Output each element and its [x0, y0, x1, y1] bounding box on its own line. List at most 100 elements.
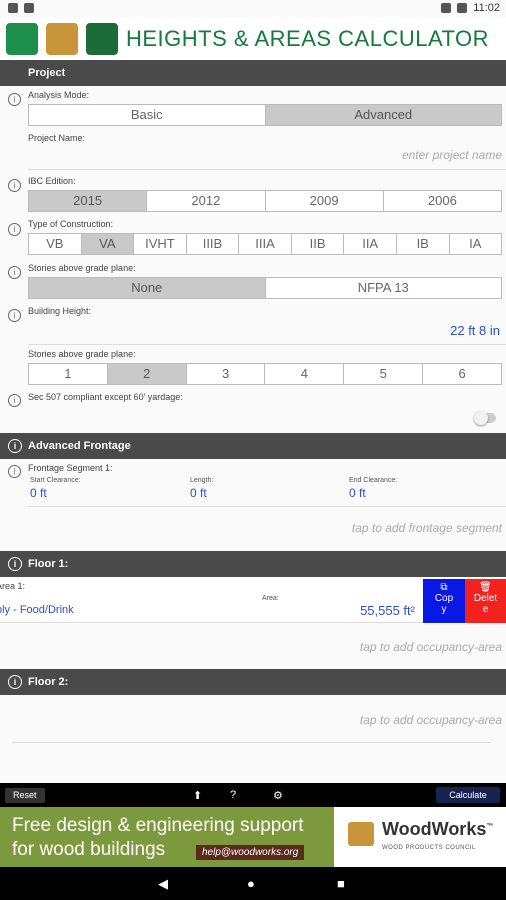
wifi-icon	[441, 3, 452, 13]
ibc-2012[interactable]: 2012	[147, 191, 266, 211]
reset-button[interactable]: Reset	[5, 788, 45, 803]
section-title: Floor 2:	[28, 676, 69, 688]
sprinkler-nfpa13[interactable]: NFPA 13	[266, 278, 502, 298]
sprinkler-none[interactable]: None	[29, 278, 266, 298]
ad-banner[interactable]: Free design & engineering support for wo…	[0, 807, 506, 867]
notification-icon	[24, 3, 34, 13]
notification-icon	[8, 3, 18, 13]
stories-5[interactable]: 5	[344, 364, 424, 384]
info-icon[interactable]: i	[8, 309, 21, 322]
project-name-input[interactable]: enter project name	[402, 148, 502, 162]
ibc-2006[interactable]: 2006	[384, 191, 501, 211]
stories-1[interactable]: 1	[29, 364, 108, 384]
occupancy-area-row[interactable]: Area 1: bly - Food/Drink Area: 55,555 ft…	[0, 579, 423, 623]
construction-ivht[interactable]: IVHT	[134, 234, 187, 254]
section-title: Advanced Frontage	[28, 440, 131, 452]
analysis-mode-selector[interactable]: Basic Advanced	[28, 104, 502, 126]
info-icon[interactable]: i	[8, 93, 21, 106]
end-clearance-value[interactable]: 0 ft	[349, 486, 366, 500]
frontage-segment-label: Frontage Segment 1:	[28, 463, 113, 473]
area-label: Area 1:	[0, 581, 26, 591]
ibc-2015[interactable]: 2015	[29, 191, 148, 211]
status-bar: 11:02	[0, 0, 506, 18]
construction-ib[interactable]: IB	[397, 234, 450, 254]
stories-2[interactable]: 2	[107, 364, 187, 384]
construction-type-selector[interactable]: VB VA IVHT IIIB IIIA IIB IIA IB IA	[28, 233, 502, 255]
project-name-label: Project Name:	[28, 133, 86, 143]
divider	[12, 742, 490, 743]
status-time: 11:02	[473, 2, 500, 14]
sprinkler-label: Stories above grade plane:	[28, 263, 136, 273]
help-icon[interactable]: ?	[230, 789, 236, 801]
occupancy-value[interactable]: bly - Food/Drink	[0, 604, 74, 616]
construction-iiia[interactable]: IIIA	[239, 234, 292, 254]
info-icon[interactable]: i	[8, 465, 21, 478]
ibc-2009[interactable]: 2009	[266, 191, 384, 211]
info-icon[interactable]: i	[8, 439, 22, 453]
construction-iiib[interactable]: IIIB	[187, 234, 240, 254]
app-logo-icon	[6, 23, 38, 55]
start-clearance-label: Start Clearance:	[30, 477, 81, 484]
construction-ia[interactable]: IA	[450, 234, 502, 254]
ad-left-panel: Free design & engineering support for wo…	[0, 807, 334, 867]
construction-va[interactable]: VA	[81, 234, 135, 254]
building-height-value[interactable]: 22 ft 8 in	[450, 323, 500, 338]
building-icon	[86, 23, 118, 55]
divider	[28, 344, 506, 345]
section-header-project: Project	[0, 60, 506, 86]
app-header: HEIGHTS & AREAS CALCULATOR	[0, 18, 506, 60]
building-height-label: Building Height:	[28, 306, 92, 316]
ad-line2: for wood buildings	[12, 839, 166, 860]
ad-line1: Free design & engineering support	[12, 815, 304, 836]
info-icon[interactable]: i	[8, 394, 21, 407]
length-label: Length:	[190, 477, 214, 484]
stories-selector[interactable]: 1 2 3 4 5 6	[28, 363, 502, 385]
stories-3[interactable]: 3	[187, 364, 266, 384]
copy-label: Cop y	[434, 593, 454, 615]
divider	[28, 169, 506, 170]
ad-brand-name: WoodWorks	[382, 819, 487, 839]
area-small-label: Area:	[262, 595, 279, 602]
info-icon[interactable]: i	[8, 179, 21, 192]
construction-vb[interactable]: VB	[29, 234, 82, 254]
section-title: Project	[28, 67, 66, 79]
app-title: HEIGHTS & AREAS CALCULATOR	[126, 26, 490, 51]
add-frontage-segment[interactable]: tap to add frontage segment	[352, 521, 502, 535]
info-icon[interactable]: i	[8, 557, 22, 571]
calculate-button[interactable]: Calculate	[436, 787, 500, 803]
info-icon[interactable]: i	[8, 675, 22, 689]
construction-iib[interactable]: IIB	[292, 234, 345, 254]
area-value[interactable]: 55,555 ft²	[360, 603, 415, 618]
gear-icon[interactable]: ⚙	[273, 789, 283, 802]
stories-4[interactable]: 4	[265, 364, 345, 384]
back-icon[interactable]: ◀	[158, 876, 168, 892]
mode-advanced[interactable]: Advanced	[265, 105, 501, 125]
delete-label: Delet e	[473, 593, 498, 615]
ad-brand: WoodWorks™	[382, 819, 493, 840]
start-clearance-value[interactable]: 0 ft	[30, 486, 47, 500]
construction-iia[interactable]: IIA	[344, 234, 397, 254]
mode-basic[interactable]: Basic	[29, 105, 266, 125]
section-header-floor2: i Floor 2:	[0, 669, 506, 695]
ibc-edition-selector[interactable]: 2015 2012 2009 2006	[28, 190, 502, 212]
recents-icon[interactable]: ■	[337, 876, 345, 891]
info-icon[interactable]: i	[8, 223, 21, 236]
stories-6[interactable]: 6	[423, 364, 501, 384]
ad-email: help@woodworks.org	[196, 845, 305, 860]
divider	[28, 506, 506, 507]
ibc-edition-label: IBC Edition:	[28, 176, 76, 186]
add-occupancy-area-floor2[interactable]: tap to add occupancy-area	[360, 713, 502, 727]
add-occupancy-area-floor1[interactable]: tap to add occupancy-area	[360, 640, 502, 654]
woodworks-cube-icon	[46, 23, 78, 55]
sec507-label: Sec 507 compliant except 60' yardage:	[28, 392, 183, 402]
home-icon[interactable]: ●	[247, 876, 255, 891]
system-nav-bar: ◀ ● ■	[0, 867, 506, 900]
copy-button[interactable]: ⧉ Cop y	[423, 579, 465, 623]
sec507-toggle[interactable]	[474, 411, 496, 425]
delete-button[interactable]: 🗑 Delet e	[465, 579, 506, 623]
info-icon[interactable]: i	[8, 266, 21, 279]
length-value[interactable]: 0 ft	[190, 486, 207, 500]
sprinkler-selector[interactable]: None NFPA 13	[28, 277, 502, 299]
upload-icon[interactable]: ⬆	[193, 789, 202, 802]
woodworks-logo-icon	[348, 822, 374, 846]
